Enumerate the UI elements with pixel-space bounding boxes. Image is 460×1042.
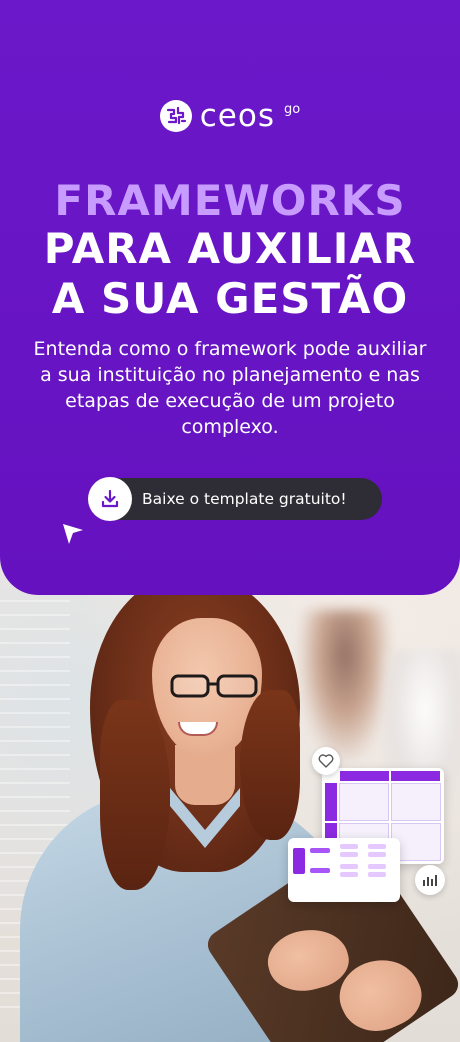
hero-subtitle: Entenda como o framework pode auxiliar a… — [33, 338, 427, 438]
decision-tree-card — [288, 838, 400, 902]
cta-label: Baixe o template gratuito! — [142, 490, 347, 508]
woman-hair-right — [240, 690, 300, 840]
chart-button[interactable] — [415, 865, 445, 895]
glasses-icon — [170, 674, 258, 698]
cursor-icon — [63, 524, 83, 544]
brand-name: ceos — [199, 97, 275, 134]
hero-card: ceos go FRAMEWORKS PARA AUXILIAR A SUA G… — [0, 0, 460, 595]
download-template-button[interactable]: Baixe o template gratuito! — [88, 477, 382, 521]
tree-node — [340, 852, 358, 857]
cta-icon-circle — [88, 477, 132, 521]
heart-button[interactable] — [312, 747, 340, 775]
tree-node — [310, 868, 330, 873]
banner-canvas: ceos go FRAMEWORKS PARA AUXILIAR A SUA G… — [0, 0, 460, 1042]
tree-node — [368, 864, 386, 869]
tree-node — [310, 848, 330, 853]
hero-title-line-2: PARA AUXILIAR — [43, 224, 417, 273]
matrix-cell — [339, 783, 389, 821]
download-icon — [101, 489, 119, 508]
matrix-side-cell — [325, 783, 337, 821]
background-person — [300, 610, 390, 760]
matrix-header-cell — [391, 771, 440, 781]
tree-node — [368, 872, 386, 877]
tree-node — [340, 864, 358, 869]
tree-footer-cell — [304, 886, 345, 898]
woman-hair-left — [100, 700, 170, 890]
brand-logo[interactable]: ceos go — [0, 96, 460, 136]
hero-title-line-3: A SUA GESTÃO — [51, 274, 409, 323]
hero-title-line-1: FRAMEWORKS — [54, 176, 406, 225]
tree-footer-cell — [349, 886, 390, 898]
tree-node — [340, 872, 358, 877]
matrix-header-cell — [340, 771, 389, 781]
tree-node — [368, 852, 386, 857]
brand-suffix: go — [284, 101, 301, 117]
tree-node — [340, 844, 358, 849]
ceos-logo-mark-icon — [159, 100, 192, 132]
matrix-cell — [391, 783, 441, 821]
tree-root-node — [293, 848, 305, 874]
tree-node — [368, 844, 386, 849]
heart-icon — [318, 754, 334, 768]
bar-chart-icon — [423, 875, 437, 886]
